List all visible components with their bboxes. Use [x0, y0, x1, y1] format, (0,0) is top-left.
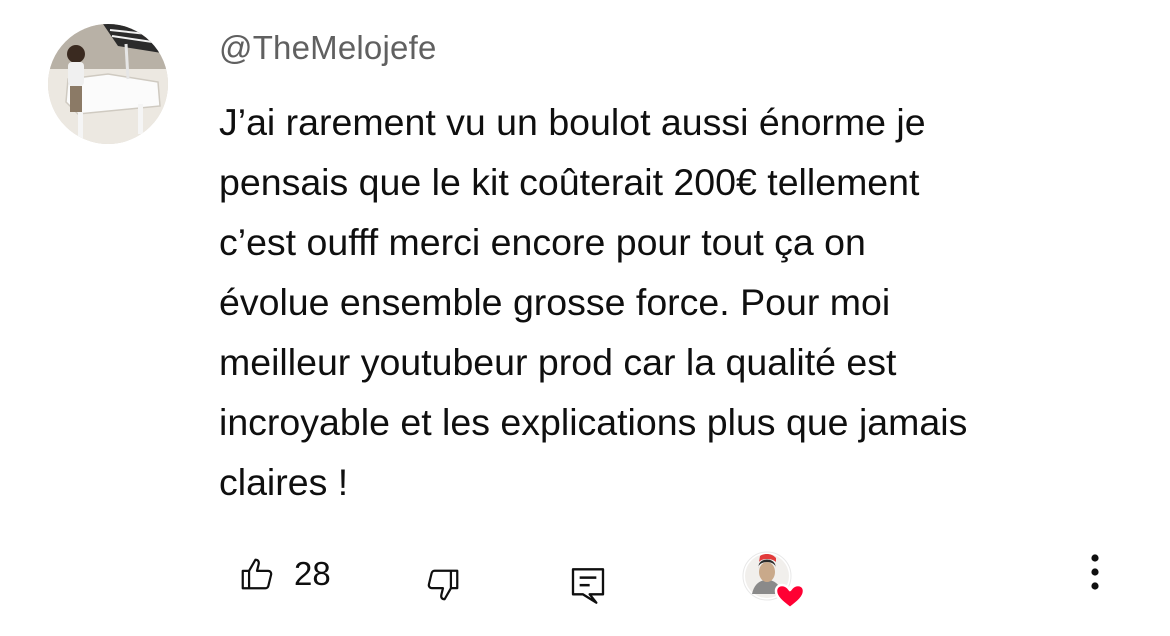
like-count: 28 — [294, 555, 331, 592]
comment-line: évolue ensemble grosse force. Pour moi — [219, 281, 891, 323]
comment-line: meilleur youtubeur prod car la qualité e… — [219, 341, 897, 383]
thumbs-down-icon — [427, 569, 459, 601]
reply-button[interactable] — [568, 564, 608, 608]
more-options-button[interactable] — [1080, 550, 1110, 594]
comment-line: pensais que le kit coûterait 200€ tellem… — [219, 161, 920, 203]
more-vertical-icon — [1091, 554, 1099, 590]
comment-line: J’ai rarement vu un boulot aussi énorme … — [219, 101, 926, 143]
comment-line: incroyable et les explications plus que … — [219, 401, 968, 443]
piano-player-avatar-icon — [48, 24, 168, 144]
author-handle[interactable]: @TheMelojefe — [219, 29, 437, 67]
comment-text: J’ai rarement vu un boulot aussi énorme … — [219, 92, 1119, 512]
comment-line: claires ! — [219, 461, 349, 503]
dislike-button[interactable] — [424, 566, 462, 604]
reply-comment-icon — [571, 568, 605, 604]
comment-line: c’est oufff merci encore pour tout ça on — [219, 221, 866, 263]
thumbs-up-icon — [241, 558, 273, 590]
author-avatar[interactable] — [48, 24, 168, 144]
creator-heart-icon — [742, 551, 806, 610]
creator-heart-badge — [742, 550, 808, 612]
like-button[interactable]: 28 — [238, 552, 331, 596]
